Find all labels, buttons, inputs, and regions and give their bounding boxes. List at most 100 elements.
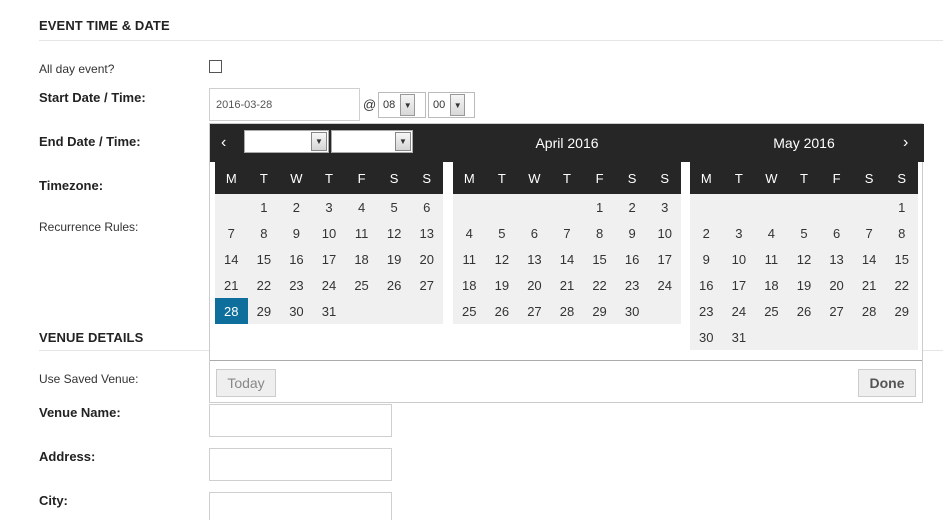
calendar-day[interactable]: 19	[788, 272, 821, 298]
calendar-day[interactable]: 15	[248, 246, 281, 272]
calendar-day[interactable]: 4	[345, 194, 378, 220]
calendar-day[interactable]: 18	[755, 272, 788, 298]
calendar-day[interactable]: 27	[820, 298, 853, 324]
start-hour-select[interactable]: 08 ▼	[378, 92, 426, 118]
calendar-day[interactable]: 10	[723, 246, 756, 272]
calendar-day[interactable]: 19	[486, 272, 519, 298]
calendar-day[interactable]: 6	[410, 194, 443, 220]
calendar-day[interactable]: 19	[378, 246, 411, 272]
calendar-day[interactable]: 8	[885, 220, 918, 246]
prev-month-icon[interactable]: ‹	[221, 134, 226, 152]
calendar-day[interactable]: 28	[551, 298, 584, 324]
start-minute-select[interactable]: 00 ▼	[428, 92, 475, 118]
calendar-day[interactable]: 26	[788, 298, 821, 324]
calendar-day[interactable]: 3	[313, 194, 346, 220]
calendar-day[interactable]: 16	[690, 272, 723, 298]
calendar-day[interactable]: 26	[486, 298, 519, 324]
calendar-day[interactable]: 6	[820, 220, 853, 246]
calendar-day[interactable]: 29	[885, 298, 918, 324]
calendar-day[interactable]: 3	[723, 220, 756, 246]
calendar-day[interactable]: 15	[885, 246, 918, 272]
calendar-day[interactable]: 29	[248, 298, 281, 324]
calendar-day[interactable]: 27	[410, 272, 443, 298]
calendar-day[interactable]: 8	[248, 220, 281, 246]
calendar-day[interactable]: 5	[486, 220, 519, 246]
month-select[interactable]: ▼	[244, 130, 329, 153]
calendar-day[interactable]: 8	[583, 220, 616, 246]
calendar-day[interactable]: 31	[313, 298, 346, 324]
calendar-day[interactable]: 1	[583, 194, 616, 220]
next-month-icon[interactable]: ›	[903, 134, 908, 152]
calendar-day[interactable]: 13	[820, 246, 853, 272]
calendar-day[interactable]: 14	[551, 246, 584, 272]
calendar-day-selected[interactable]: 28	[215, 298, 248, 324]
calendar-day[interactable]: 25	[345, 272, 378, 298]
today-button[interactable]: Today	[216, 369, 276, 397]
calendar-day[interactable]: 26	[378, 272, 411, 298]
calendar-day[interactable]: 21	[853, 272, 886, 298]
calendar-day[interactable]: 14	[215, 246, 248, 272]
calendar-day[interactable]: 29	[583, 298, 616, 324]
calendar-day[interactable]: 20	[820, 272, 853, 298]
calendar-day[interactable]: 4	[453, 220, 486, 246]
address-input[interactable]	[209, 448, 392, 481]
calendar-day[interactable]: 5	[788, 220, 821, 246]
calendar-day[interactable]: 5	[378, 194, 411, 220]
calendar-day[interactable]: 30	[690, 324, 723, 350]
start-date-input[interactable]	[209, 88, 360, 121]
calendar-day[interactable]: 11	[755, 246, 788, 272]
calendar-day[interactable]: 31	[723, 324, 756, 350]
calendar-day[interactable]: 25	[755, 298, 788, 324]
calendar-day[interactable]: 12	[486, 246, 519, 272]
calendar-day[interactable]: 22	[885, 272, 918, 298]
calendar-day[interactable]: 23	[616, 272, 649, 298]
calendar-day[interactable]: 30	[616, 298, 649, 324]
calendar-day[interactable]: 10	[313, 220, 346, 246]
calendar-day[interactable]: 28	[853, 298, 886, 324]
year-select[interactable]: ▼	[331, 130, 413, 153]
calendar-day[interactable]: 12	[788, 246, 821, 272]
calendar-day[interactable]: 6	[518, 220, 551, 246]
calendar-day[interactable]: 24	[723, 298, 756, 324]
calendar-day[interactable]: 21	[215, 272, 248, 298]
calendar-day[interactable]: 17	[723, 272, 756, 298]
all-day-checkbox[interactable]	[209, 60, 222, 73]
calendar-day[interactable]: 20	[518, 272, 551, 298]
calendar-day[interactable]: 9	[616, 220, 649, 246]
calendar-day[interactable]: 15	[583, 246, 616, 272]
calendar-day[interactable]: 24	[648, 272, 681, 298]
calendar-day[interactable]: 1	[885, 194, 918, 220]
calendar-day[interactable]: 24	[313, 272, 346, 298]
calendar-day[interactable]: 2	[616, 194, 649, 220]
calendar-day[interactable]: 17	[648, 246, 681, 272]
done-button[interactable]: Done	[858, 369, 916, 397]
calendar-day[interactable]: 18	[453, 272, 486, 298]
calendar-day[interactable]: 14	[853, 246, 886, 272]
calendar-day[interactable]: 16	[280, 246, 313, 272]
calendar-day[interactable]: 16	[616, 246, 649, 272]
calendar-day[interactable]: 11	[345, 220, 378, 246]
calendar-day[interactable]: 30	[280, 298, 313, 324]
calendar-day[interactable]: 27	[518, 298, 551, 324]
calendar-day[interactable]: 9	[280, 220, 313, 246]
calendar-day[interactable]: 13	[518, 246, 551, 272]
calendar-day[interactable]: 21	[551, 272, 584, 298]
calendar-day[interactable]: 22	[583, 272, 616, 298]
calendar-day[interactable]: 9	[690, 246, 723, 272]
calendar-day[interactable]: 23	[690, 298, 723, 324]
city-input[interactable]	[209, 492, 392, 520]
venue-name-input[interactable]	[209, 404, 392, 437]
calendar-day[interactable]: 1	[248, 194, 281, 220]
calendar-day[interactable]: 25	[453, 298, 486, 324]
calendar-day[interactable]: 7	[215, 220, 248, 246]
calendar-day[interactable]: 22	[248, 272, 281, 298]
calendar-day[interactable]: 10	[648, 220, 681, 246]
calendar-day[interactable]: 20	[410, 246, 443, 272]
calendar-day[interactable]: 3	[648, 194, 681, 220]
calendar-day[interactable]: 4	[755, 220, 788, 246]
calendar-day[interactable]: 18	[345, 246, 378, 272]
calendar-day[interactable]: 2	[280, 194, 313, 220]
calendar-day[interactable]: 7	[551, 220, 584, 246]
calendar-day[interactable]: 2	[690, 220, 723, 246]
calendar-day[interactable]: 11	[453, 246, 486, 272]
